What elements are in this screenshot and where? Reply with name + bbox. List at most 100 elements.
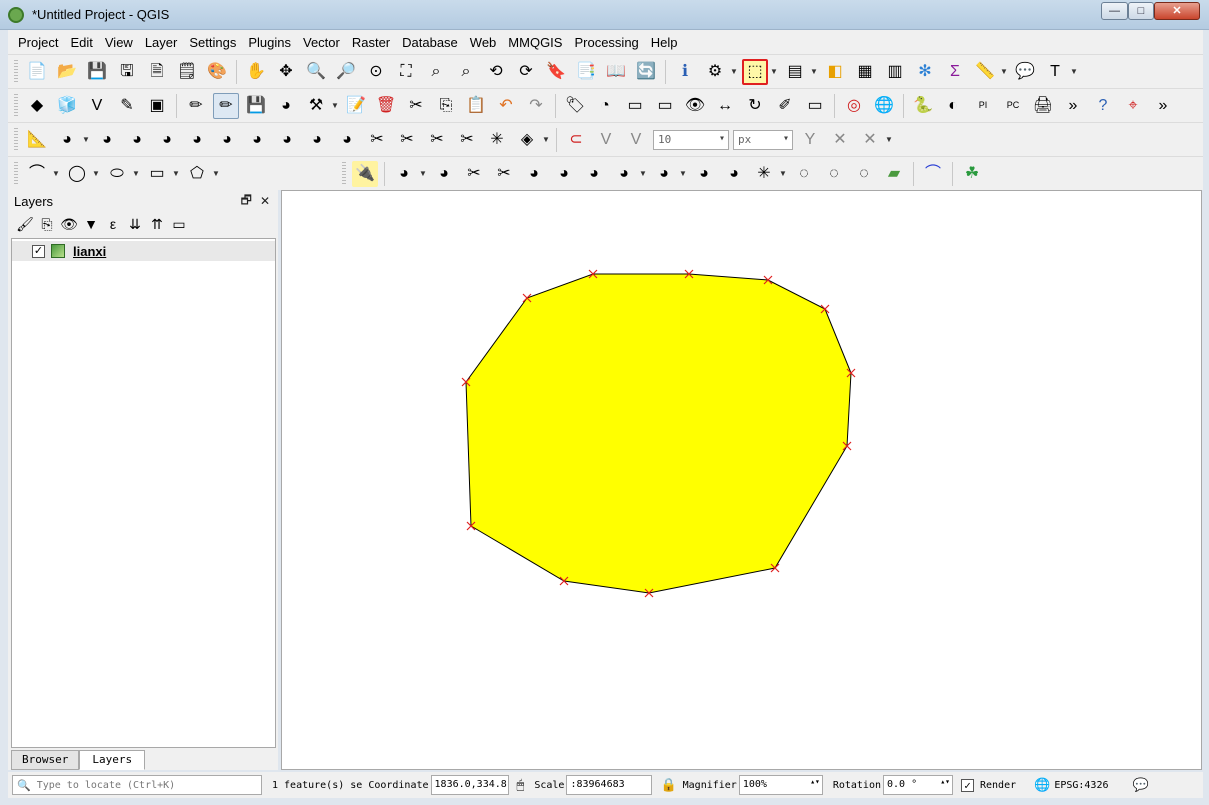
layer-visibility-checkbox[interactable]: ✓	[32, 244, 45, 258]
clip-icon[interactable]: ◕	[431, 161, 457, 187]
toggle-extents-icon[interactable]: 🖱	[517, 778, 525, 793]
add-ellipse-icon[interactable]: ⬭	[104, 161, 130, 187]
zoom-to-layer-icon[interactable]: ⌕	[453, 59, 479, 85]
toolbar-grip[interactable]	[14, 93, 18, 118]
minimize-button[interactable]: —	[1101, 2, 1128, 20]
scale-field[interactable]: :83964683	[566, 775, 653, 795]
highlight-pinned-icon[interactable]: ▭	[652, 93, 678, 119]
add-rectangle-dropdown-icon[interactable]: ▼	[172, 169, 180, 178]
plugin-shape-icon[interactable]: ◐	[940, 93, 966, 119]
circular-string-dropdown-icon[interactable]: ▼	[52, 169, 60, 178]
add-regular-polygon-dropdown-icon[interactable]: ▼	[212, 169, 220, 178]
show-layout-icon[interactable]: 📖	[603, 59, 629, 85]
toolbar-grip[interactable]	[14, 59, 18, 84]
change-label-icon[interactable]: ✐	[772, 93, 798, 119]
difference-icon[interactable]: ✂	[491, 161, 517, 187]
more-tools-2-icon[interactable]: »	[1150, 93, 1176, 119]
annotation-dropdown-icon[interactable]: ▼	[1070, 67, 1078, 76]
polygon-feature[interactable]	[465, 273, 852, 594]
zoom-out-icon[interactable]: 🔎	[333, 59, 359, 85]
map-tips-icon[interactable]: 💬	[1012, 59, 1038, 85]
menu-settings[interactable]: Settings	[183, 35, 242, 50]
centroid-dropdown-icon[interactable]: ▼	[639, 169, 647, 178]
move-feature-dropdown-icon[interactable]: ▼	[82, 135, 90, 144]
style-manager-icon[interactable]: 🎨	[204, 59, 230, 85]
print-icon[interactable]: 🖨	[1030, 93, 1056, 119]
measure-dropdown-icon[interactable]: ▼	[1000, 67, 1008, 76]
lock-scale-icon[interactable]: 🔒	[660, 778, 676, 793]
map-canvas[interactable]	[281, 190, 1202, 770]
select-by-value-dropdown-icon[interactable]: ▼	[810, 67, 818, 76]
identify-icon[interactable]: ℹ	[672, 59, 698, 85]
menu-web[interactable]: Web	[464, 35, 503, 50]
add-circle-dropdown-icon[interactable]: ▼	[92, 169, 100, 178]
measure-icon[interactable]: 📏	[972, 59, 998, 85]
tab-layers[interactable]: Layers	[79, 750, 146, 770]
pan-icon[interactable]: ✋	[243, 59, 269, 85]
menu-project[interactable]: Project	[12, 35, 64, 50]
save-edits-icon[interactable]: 💾	[243, 93, 269, 119]
float-panel-button[interactable]: 🗗	[241, 191, 252, 212]
save-as-icon[interactable]: 🖫	[114, 59, 140, 85]
merge-features-icon[interactable]: ✂	[424, 127, 450, 153]
menu-database[interactable]: Database	[396, 35, 464, 50]
voronoi-dropdown-icon[interactable]: ▼	[679, 169, 687, 178]
zoom-full-icon[interactable]: ⛶	[393, 59, 419, 85]
fill-ring-icon[interactable]: ◕	[214, 127, 240, 153]
add-raster-layer-icon[interactable]: ✎	[114, 93, 140, 119]
buffer-dropdown-icon[interactable]: ▼	[419, 169, 427, 178]
zoom-native-icon[interactable]: ⊙	[363, 59, 389, 85]
delete-ring-icon[interactable]: ◕	[244, 127, 270, 153]
save-project-icon[interactable]: 💾	[84, 59, 110, 85]
more-tools-icon[interactable]: »	[1060, 93, 1086, 119]
crs-label[interactable]: EPSG:4326	[1054, 780, 1108, 791]
node-tool-dropdown-icon[interactable]: ▼	[331, 101, 339, 110]
menu-plugins[interactable]: Plugins	[242, 35, 297, 50]
add-ellipse-dropdown-icon[interactable]: ▼	[132, 169, 140, 178]
dissolve-icon[interactable]: ◕	[551, 161, 577, 187]
add-ring-icon[interactable]: ◕	[154, 127, 180, 153]
add-layer-icon[interactable]: 🧊	[54, 93, 80, 119]
green-blob-icon[interactable]: ☘	[959, 161, 985, 187]
cut-features-icon[interactable]: ✂	[403, 93, 429, 119]
crosshair-icon[interactable]: ⌖	[1120, 93, 1146, 119]
sum-icon[interactable]: Σ	[942, 59, 968, 85]
messages-icon[interactable]: 💬	[1133, 778, 1149, 793]
offset-point-dropdown-icon[interactable]: ▼	[542, 135, 550, 144]
deselect-icon[interactable]: ◧	[822, 59, 848, 85]
modify-attributes-icon[interactable]: 📝	[343, 93, 369, 119]
menu-processing[interactable]: Processing	[568, 35, 644, 50]
text-annotation-icon[interactable]: T	[1042, 59, 1068, 85]
attribute-table-icon[interactable]: ▦	[852, 59, 878, 85]
bezier-curve-icon[interactable]: ⌒	[920, 161, 946, 187]
select-features-dropdown-icon[interactable]: ▼	[770, 67, 778, 76]
rotate-point-symbols-icon[interactable]: ✳	[484, 127, 510, 153]
snap-unit-select[interactable]: px	[733, 129, 793, 150]
move-feature-icon[interactable]: ◕	[54, 127, 80, 153]
move-label-icon[interactable]: ↔	[712, 93, 738, 119]
add-part-icon[interactable]: ◕	[184, 127, 210, 153]
field-calculator-icon[interactable]: ✻	[912, 59, 938, 85]
pan-to-selection-icon[interactable]: ✥	[273, 59, 299, 85]
menu-edit[interactable]: Edit	[64, 35, 98, 50]
snap-dropdown-icon[interactable]: ▼	[885, 135, 893, 144]
label-properties-icon[interactable]: ▭	[802, 93, 828, 119]
snap-segment-icon[interactable]: V	[623, 127, 649, 153]
pin-labels-icon[interactable]: ▭	[622, 93, 648, 119]
run-action-dropdown-icon[interactable]: ▼	[730, 67, 738, 76]
plugin-red-ring-icon[interactable]: ◎	[841, 93, 867, 119]
vertices-dropdown-icon[interactable]: ▼	[779, 169, 787, 178]
snap-self-icon[interactable]: ✕	[857, 127, 883, 153]
rotate-label-icon[interactable]: ↻	[742, 93, 768, 119]
menu-layer[interactable]: Layer	[139, 35, 184, 50]
plugin-plug-icon[interactable]: 🔌	[352, 160, 378, 187]
split-features-icon[interactable]: ✂	[364, 127, 390, 153]
prev-clip-icon[interactable]: PC	[1000, 93, 1026, 119]
offset-curve-icon[interactable]: ◕	[334, 127, 360, 153]
redo-icon[interactable]: ↷	[523, 93, 549, 119]
new-project-icon[interactable]: 📄	[24, 59, 50, 85]
add-feature-icon[interactable]: ◕	[273, 93, 299, 119]
toolbar-grip[interactable]	[14, 127, 18, 152]
layer-name[interactable]: lianxi	[73, 244, 106, 259]
statistics-icon[interactable]: ▥	[882, 59, 908, 85]
